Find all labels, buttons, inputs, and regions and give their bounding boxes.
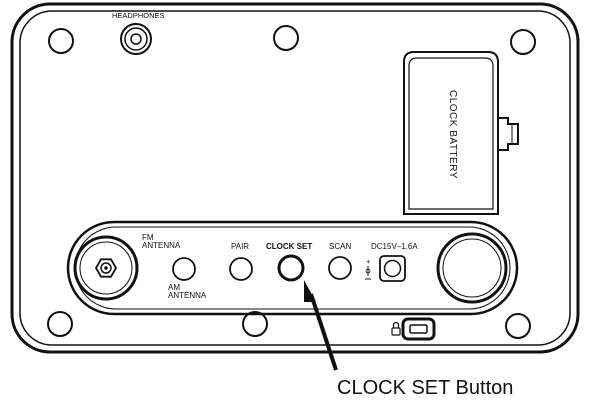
screw-hole-top-right <box>510 29 536 55</box>
clock-set-label: CLOCK SET <box>266 242 312 251</box>
callout-arrow <box>304 280 338 371</box>
scan-label: SCAN <box>329 242 351 251</box>
dc-polarity-icon: + <box>365 257 371 280</box>
am-antenna-connector[interactable] <box>172 257 196 281</box>
svg-text:+: + <box>366 257 371 266</box>
screw-hole-bottom-right <box>505 313 531 339</box>
screw-hole-bottom-center <box>242 311 268 337</box>
am-antenna-label-line2: ANTENNA <box>168 291 207 300</box>
lock-icon <box>391 321 401 336</box>
diagram-canvas: HEADPHONES CLOCK BATTERY FM ANTENNA AM A… <box>10 2 580 399</box>
large-knob <box>436 232 508 304</box>
screw-hole-top-left <box>48 28 74 54</box>
fm-antenna-connector[interactable] <box>73 235 139 301</box>
screw-hole-bottom-left <box>47 311 73 337</box>
headphones-jack[interactable] <box>120 23 152 55</box>
pair-button[interactable] <box>229 257 253 281</box>
device-body-inner <box>19 10 571 346</box>
fm-antenna-label-line2: ANTENNA <box>142 241 181 250</box>
device-back-panel-diagram: HEADPHONES CLOCK BATTERY FM ANTENNA AM A… <box>0 0 601 402</box>
callout-label: CLOCK SET Button <box>337 377 513 399</box>
clock-battery-compartment[interactable] <box>403 51 519 215</box>
screw-hole-top-center <box>273 25 299 51</box>
clock-set-button[interactable] <box>277 254 305 282</box>
pair-label: PAIR <box>231 242 249 251</box>
dc-input-label: DC15V–1.6A <box>371 242 418 251</box>
scan-button[interactable] <box>328 256 352 280</box>
headphones-label: HEADPHONES <box>112 11 165 20</box>
control-panel <box>66 220 519 316</box>
dc-input-jack[interactable] <box>379 255 406 282</box>
security-lock-slot[interactable] <box>401 317 436 341</box>
clock-battery-label: CLOCK BATTERY <box>447 90 458 179</box>
